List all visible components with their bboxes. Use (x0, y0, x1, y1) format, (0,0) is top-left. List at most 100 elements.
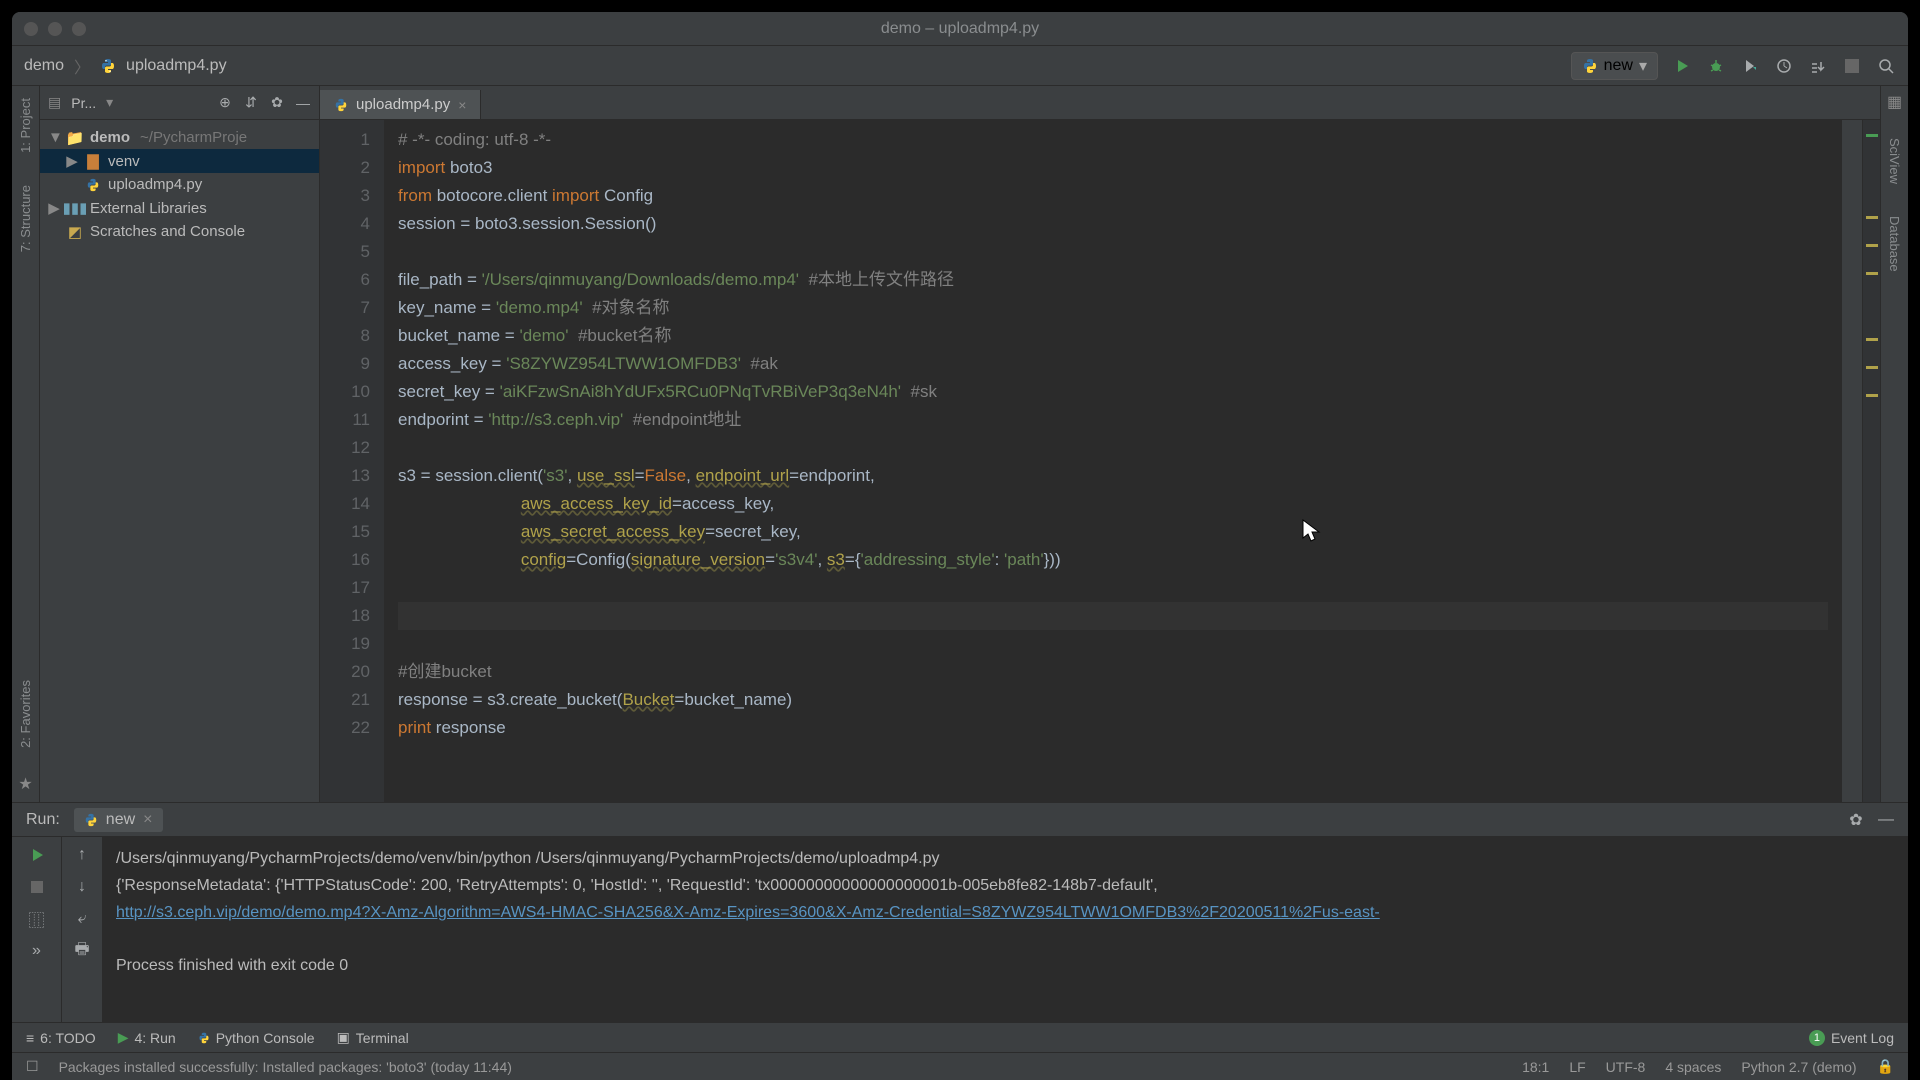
tree-ext-libs[interactable]: ▶ ▮▮▮ External Libraries (40, 196, 319, 220)
output-exit: Process finished with exit code 0 (116, 957, 348, 974)
breadcrumb-file[interactable]: uploadmp4.py (126, 57, 227, 75)
file-encoding[interactable]: UTF-8 (1606, 1059, 1646, 1075)
terminal-tab[interactable]: ▣Terminal (337, 1029, 409, 1046)
traffic-zoom[interactable] (72, 22, 86, 36)
python-file-icon (334, 98, 348, 112)
tree-scratches[interactable]: ◩ Scratches and Console (40, 220, 319, 243)
indent-setting[interactable]: 4 spaces (1665, 1059, 1721, 1075)
breadcrumb[interactable]: demo 〉 uploadmp4.py (24, 54, 227, 78)
project-view-label[interactable]: Pr... (71, 95, 96, 111)
hide-icon[interactable]: — (1878, 812, 1894, 828)
editor-tab-label: uploadmp4.py (356, 96, 450, 113)
close-icon[interactable]: × (458, 97, 466, 113)
gear-icon[interactable]: ✿ (1848, 812, 1864, 828)
status-bar: ☐ Packages installed successfully: Insta… (12, 1052, 1908, 1080)
rerun-button[interactable] (27, 845, 47, 865)
line-gutter[interactable]: 12345678910111213141516171819202122 (320, 120, 384, 802)
run-tab-label: new (106, 811, 135, 829)
wrap-icon[interactable]: ⤶ (72, 909, 92, 929)
run-tab[interactable]: new × (74, 808, 163, 832)
editor-tabs: uploadmp4.py × (320, 86, 1880, 120)
more-button[interactable]: » (27, 941, 47, 961)
stop-button[interactable] (1842, 56, 1862, 76)
tree-venv-label: venv (108, 153, 140, 170)
bottom-tool-tabs: ≡6: TODO ▶4: Run Python Console ▣Termina… (12, 1022, 1908, 1052)
editor-tab[interactable]: uploadmp4.py × (320, 90, 481, 119)
project-tree[interactable]: ▼ 📁 demo ~/PycharmProje ▶ ▇ venv uploadm… (40, 120, 319, 249)
up-icon[interactable]: ↑ (72, 845, 92, 865)
star-icon: ★ (18, 774, 32, 794)
run-output[interactable]: /Users/qinmuyang/PycharmProjects/demo/ve… (102, 837, 1908, 1022)
caret-position[interactable]: 18:1 (1522, 1059, 1549, 1075)
project-tool-button[interactable]: 1: Project (18, 92, 33, 159)
navigation-bar: demo 〉 uploadmp4.py new ▾ (12, 46, 1908, 86)
gear-icon[interactable]: ✿ (269, 95, 285, 111)
search-everywhere-button[interactable] (1876, 56, 1896, 76)
sciview-tool-button[interactable]: SciView (1887, 132, 1902, 190)
run-config-selector[interactable]: new ▾ (1571, 52, 1658, 80)
folder-icon: 📁 (66, 130, 84, 146)
tree-ext-libs-label: External Libraries (90, 200, 207, 217)
tree-script-label: uploadmp4.py (108, 176, 202, 193)
breadcrumb-project[interactable]: demo (24, 57, 64, 75)
window-title: demo – uploadmp4.py (881, 20, 1039, 38)
tree-venv[interactable]: ▶ ▇ venv (40, 149, 319, 173)
tree-root-path: ~/PycharmProje (140, 129, 247, 146)
hide-icon[interactable]: — (295, 95, 311, 111)
traffic-minimize[interactable] (48, 22, 62, 36)
python-interpreter[interactable]: Python 2.7 (demo) (1741, 1059, 1856, 1075)
window-titlebar: demo – uploadmp4.py (12, 12, 1908, 46)
notification-badge: 1 (1809, 1030, 1825, 1046)
grid-icon[interactable]: ▦ (1887, 92, 1902, 112)
profile-button[interactable] (1774, 56, 1794, 76)
project-tool-window: ▤ Pr... ▾ ⊕ ⇵ ✿ — ▼ 📁 demo ~/PycharmProj… (40, 86, 320, 802)
output-link[interactable]: http://s3.ceph.vip/demo/demo.mp4?X-Amz-A… (116, 904, 1380, 921)
run-config-name: new (1604, 57, 1633, 75)
chevron-down-icon: ▾ (1639, 56, 1647, 76)
status-icon[interactable]: ☐ (26, 1058, 39, 1075)
locate-icon[interactable]: ⊕ (217, 95, 233, 111)
print-icon[interactable]: 🖶 (72, 941, 92, 961)
run-output-rail: ↑ ↓ ⤶ 🖶 (62, 837, 102, 1022)
left-tool-rail: 1: Project 7: Structure 2: Favorites ★ (12, 86, 40, 802)
python-icon (1582, 58, 1598, 74)
minimap-strip (1842, 120, 1862, 802)
line-separator[interactable]: LF (1569, 1059, 1585, 1075)
run-label: Run: (26, 811, 60, 829)
stop-button[interactable] (27, 877, 47, 897)
python-icon (198, 1032, 210, 1044)
error-stripe[interactable] (1862, 120, 1880, 802)
database-tool-button[interactable]: Database (1887, 210, 1902, 278)
scratches-icon: ◩ (66, 224, 84, 240)
run-tool-window: Run: new × ✿ — ⿲ » ↑ ↓ ⤶ 🖶 /Use (12, 802, 1908, 1022)
traffic-close[interactable] (24, 22, 38, 36)
status-message: Packages installed successfully: Install… (59, 1059, 512, 1075)
project-view-icon: ▤ (48, 94, 61, 111)
todo-tab[interactable]: ≡6: TODO (26, 1030, 96, 1046)
structure-tool-button[interactable]: 7: Structure (18, 179, 33, 258)
library-icon: ▮▮▮ (66, 200, 84, 216)
coverage-button[interactable] (1740, 56, 1760, 76)
attach-button[interactable] (1808, 56, 1828, 76)
python-file-icon (84, 177, 102, 193)
run-tab-bottom[interactable]: ▶4: Run (118, 1029, 176, 1046)
folder-icon: ▇ (84, 153, 102, 169)
favorites-tool-button[interactable]: 2: Favorites (18, 674, 33, 754)
chevron-right-icon: 〉 (74, 54, 90, 78)
code-editor[interactable]: # -*- coding: utf-8 -*- import boto3 fro… (384, 120, 1842, 802)
event-log-tab[interactable]: 1Event Log (1809, 1030, 1894, 1046)
right-tool-rail: ▦ SciView Database (1880, 86, 1908, 802)
tree-root-label: demo (90, 129, 130, 146)
debug-button[interactable] (1706, 56, 1726, 76)
run-actions-rail: ⿲ » (12, 837, 62, 1022)
tree-root[interactable]: ▼ 📁 demo ~/PycharmProje (40, 126, 319, 149)
run-button[interactable] (1672, 56, 1692, 76)
tree-script[interactable]: uploadmp4.py (40, 173, 319, 196)
python-console-tab[interactable]: Python Console (198, 1030, 315, 1046)
lock-icon[interactable]: 🔒 (1877, 1058, 1894, 1075)
close-icon[interactable]: × (143, 811, 152, 829)
collapse-all-icon[interactable]: ⇵ (243, 95, 259, 111)
layout-button[interactable]: ⿲ (27, 909, 47, 929)
down-icon[interactable]: ↓ (72, 877, 92, 897)
chevron-down-icon: ▾ (106, 94, 113, 111)
